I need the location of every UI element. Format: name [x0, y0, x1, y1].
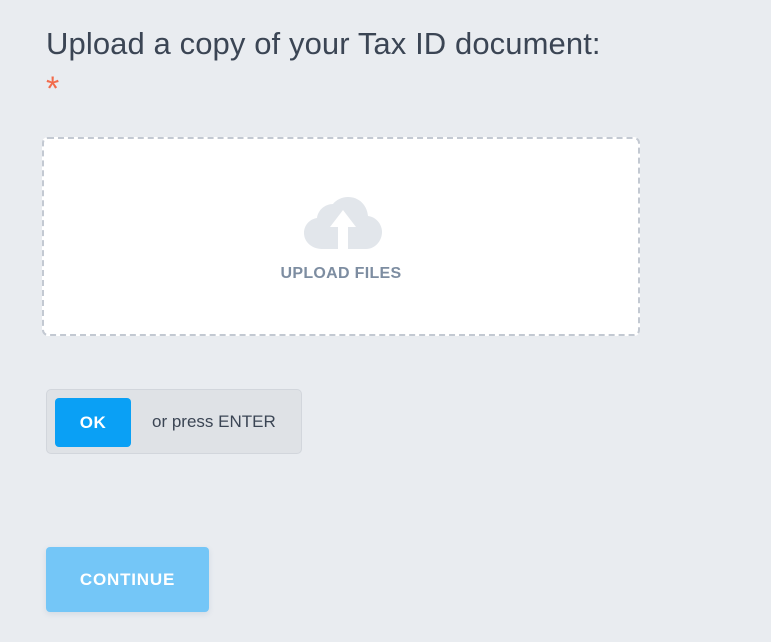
- ok-button[interactable]: OK: [55, 398, 131, 447]
- cloud-upload-icon: [304, 197, 382, 249]
- file-upload-dropzone[interactable]: UPLOAD FILES: [42, 137, 640, 336]
- ok-button-group: OK or press ENTER: [46, 389, 302, 454]
- press-enter-hint: or press ENTER: [152, 412, 276, 431]
- continue-button[interactable]: CONTINUE: [46, 547, 209, 612]
- question-title: Upload a copy of your Tax ID document:: [46, 26, 601, 61]
- upload-files-label: UPLOAD FILES: [280, 265, 402, 282]
- required-indicator: *: [46, 70, 60, 108]
